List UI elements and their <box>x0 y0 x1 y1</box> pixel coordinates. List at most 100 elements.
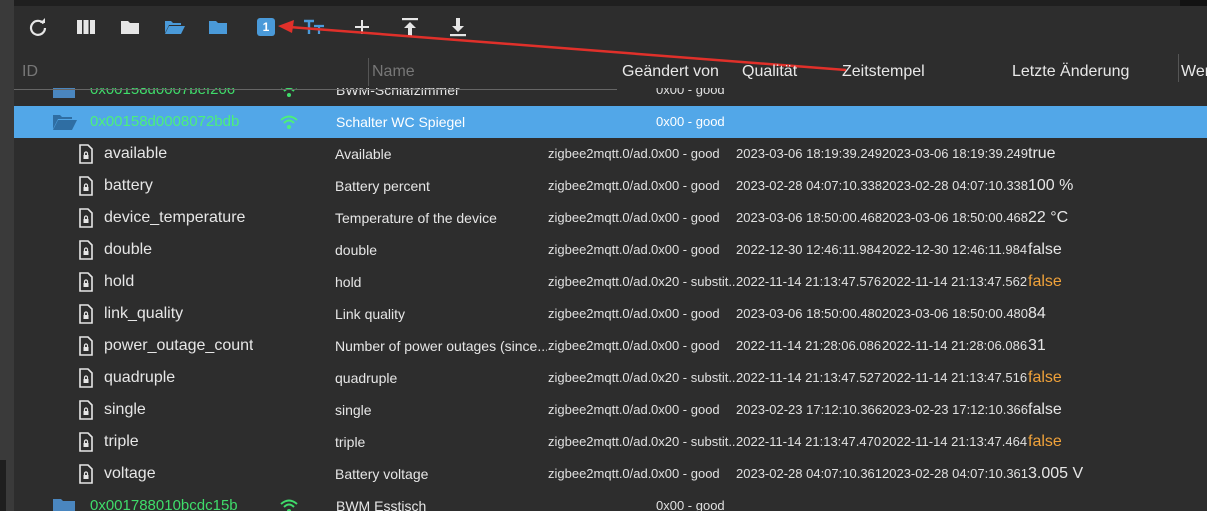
state-changed-by: zigbee2mqtt.0/ad... <box>548 146 651 161</box>
file-lock-icon <box>78 426 94 458</box>
state-name: Available <box>335 146 392 162</box>
upload-icon[interactable] <box>398 15 422 39</box>
state-value[interactable]: false <box>1028 266 1062 298</box>
state-id: device_temperature <box>104 209 246 226</box>
column-resizer[interactable] <box>1178 54 1179 82</box>
state-last-change: 2023-03-06 18:50:00.468 <box>882 210 1029 225</box>
state-changed-by: zigbee2mqtt.0/ad... <box>548 210 651 225</box>
folder-open-icon[interactable] <box>163 15 187 39</box>
state-last-change: 2023-02-23 17:12:10.366 <box>882 402 1029 417</box>
file-lock-icon <box>78 202 94 234</box>
state-name: triple <box>335 434 366 450</box>
state-row[interactable]: quadruple quadruple zigbee2mqtt.0/ad... 0x2… <box>14 362 1207 394</box>
state-id: quadruple <box>104 369 176 386</box>
device-quality: 0x00 - good <box>656 498 725 511</box>
file-lock-icon <box>78 362 94 394</box>
state-last-change: 2022-11-14 21:13:47.516 <box>882 370 1028 385</box>
column-name[interactable]: Name <box>372 63 415 81</box>
state-last-change: 2022-12-30 12:46:11.984 <box>882 242 1028 257</box>
state-value[interactable]: 100 % <box>1028 170 1073 202</box>
state-timestamp: 2023-02-28 04:07:10.361 <box>736 466 883 481</box>
state-quality: 0x00 - good <box>651 338 720 353</box>
download-icon[interactable] <box>446 15 470 39</box>
state-last-change: 2023-03-06 18:19:39.249 <box>882 146 1029 161</box>
state-row[interactable]: hold hold zigbee2mqtt.0/ad... 0x20 - substi… <box>14 266 1207 298</box>
device-name: BWM Esstisch <box>336 498 427 511</box>
device-row-selected[interactable]: 0x00158d0008072bdb Schalter WC Spiegel 0… <box>14 106 1207 138</box>
state-id: single <box>104 401 146 418</box>
state-value[interactable]: false <box>1028 234 1062 266</box>
column-last-change[interactable]: Letzte Änderung <box>1012 63 1129 81</box>
state-row[interactable]: double double zigbee2mqtt.0/ad... 0x00 - go… <box>14 234 1207 266</box>
state-quality: 0x00 - good <box>651 466 720 481</box>
column-value[interactable]: Wer <box>1181 63 1207 81</box>
state-row[interactable]: power_outage_count Number of power outage… <box>14 330 1207 362</box>
state-timestamp: 2022-11-14 21:13:47.527 <box>736 370 882 385</box>
state-quality: 0x20 - substit... <box>651 370 736 385</box>
column-timestamp[interactable]: Zeitstempel <box>842 63 925 81</box>
number-badge-icon[interactable]: 1 <box>257 18 275 36</box>
folder-blue-icon[interactable] <box>206 15 230 39</box>
state-name: double <box>335 242 378 258</box>
state-row[interactable]: voltage Battery voltage zigbee2mqtt.0/ad..… <box>14 458 1207 490</box>
device-name: Schalter WC Spiegel <box>336 114 466 130</box>
state-name: Number of power outages (since... <box>335 338 547 354</box>
state-row[interactable]: available Available zigbee2mqtt.0/ad... 0x0… <box>14 138 1207 170</box>
state-timestamp: 2023-03-06 18:50:00.468 <box>736 210 883 225</box>
column-changed-by[interactable]: Geändert von <box>622 63 719 81</box>
state-changed-by: zigbee2mqtt.0/ad... <box>548 178 651 193</box>
folder-icon <box>52 490 76 511</box>
state-id: double <box>104 241 153 258</box>
state-last-change: 2022-11-14 21:13:47.464 <box>882 434 1028 449</box>
column-id[interactable]: ID <box>22 63 38 81</box>
state-row[interactable]: single single zigbee2mqtt.0/ad... 0x00 - go… <box>14 394 1207 426</box>
state-timestamp: 2022-11-14 21:13:47.470 <box>736 434 882 449</box>
state-quality: 0x20 - substit... <box>651 434 736 449</box>
state-timestamp: 2022-12-30 12:46:11.984 <box>736 242 882 257</box>
state-row[interactable]: link_quality Link quality zigbee2mqtt.0/ad… <box>14 298 1207 330</box>
state-quality: 0x00 - good <box>651 306 720 321</box>
device-id: 0x001788010bcdc15b <box>90 497 238 511</box>
state-timestamp: 2022-11-14 21:13:47.576 <box>736 274 882 289</box>
state-row[interactable]: battery Battery percent zigbee2mqtt.0/ad..… <box>14 170 1207 202</box>
state-value[interactable]: 84 <box>1028 298 1046 330</box>
state-id: power_outage_count <box>104 337 254 354</box>
column-resizer[interactable] <box>368 58 369 86</box>
state-value[interactable]: false <box>1028 362 1062 394</box>
state-changed-by: zigbee2mqtt.0/ad... <box>548 242 651 257</box>
plus-icon[interactable] <box>350 15 374 39</box>
state-value[interactable]: 22 °C <box>1028 202 1068 234</box>
state-value[interactable]: false <box>1028 394 1062 426</box>
refresh-icon[interactable] <box>26 15 50 39</box>
state-name: Battery percent <box>335 178 430 194</box>
file-lock-icon <box>78 298 94 330</box>
state-changed-by: zigbee2mqtt.0/ad... <box>548 402 651 417</box>
state-value[interactable]: false <box>1028 426 1062 458</box>
state-value[interactable]: true <box>1028 138 1056 170</box>
file-lock-icon <box>78 394 94 426</box>
state-row[interactable]: triple triple zigbee2mqtt.0/ad... 0x20 - su… <box>14 426 1207 458</box>
state-value[interactable]: 31 <box>1028 330 1046 362</box>
device-row[interactable]: 0x001788010bcdc15b BWM Esstisch 0x00 - g… <box>14 490 1207 511</box>
table-header-labels: ID Name Geändert von Qualität Zeitstempe… <box>14 50 1207 90</box>
folder-icon[interactable] <box>118 15 142 39</box>
columns-icon[interactable] <box>74 15 98 39</box>
state-row[interactable]: device_temperature Temperature of the dev… <box>14 202 1207 234</box>
state-last-change: 2023-03-06 18:50:00.480 <box>882 306 1029 321</box>
state-quality: 0x00 - good <box>651 146 720 161</box>
state-changed-by: zigbee2mqtt.0/ad... <box>548 338 651 353</box>
state-id: triple <box>104 433 139 450</box>
state-value[interactable]: 3.005 V <box>1028 458 1083 490</box>
state-last-change: 2022-11-14 21:28:06.086 <box>882 338 1028 353</box>
state-id: battery <box>104 177 153 194</box>
state-name: Temperature of the device <box>335 210 497 226</box>
state-changed-by: zigbee2mqtt.0/ad... <box>548 434 651 449</box>
state-id: hold <box>104 273 135 290</box>
state-name: hold <box>335 274 362 290</box>
column-quality[interactable]: Qualität <box>742 63 797 81</box>
text-size-icon[interactable] <box>302 15 326 39</box>
state-timestamp: 2023-02-28 04:07:10.338 <box>736 178 883 193</box>
state-name: quadruple <box>335 370 398 386</box>
state-last-change: 2023-02-28 04:07:10.338 <box>882 178 1029 193</box>
window-frame-left <box>0 0 14 511</box>
